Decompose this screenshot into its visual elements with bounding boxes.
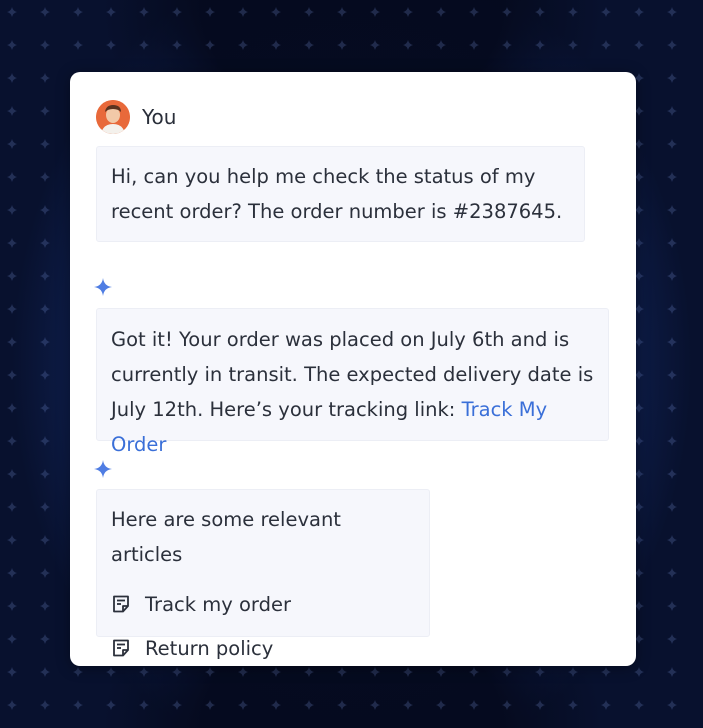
articles-title: Here are some relevant articles xyxy=(111,508,341,566)
article-label: Track my order xyxy=(145,592,291,616)
article-link-return-policy[interactable]: Return policy xyxy=(111,626,415,670)
sparkle-icon xyxy=(94,460,112,478)
user-name: You xyxy=(142,105,177,129)
chat-card: You Hi, can you help me check the status… xyxy=(70,72,636,666)
article-link-track-order[interactable]: Track my order xyxy=(111,582,415,626)
articles-bubble: Here are some relevant articles Track my… xyxy=(96,489,430,660)
user-message-bubble: Hi, can you help me check the status of … xyxy=(96,146,585,242)
assistant-message-line: currently in transit. The expected deliv… xyxy=(111,363,594,386)
article-label: Return policy xyxy=(145,636,274,660)
avatar xyxy=(96,100,130,134)
assistant-message-line: July 12th. Here’s your tracking link: xyxy=(111,398,456,421)
user-message-text: Hi, can you help me check the status of … xyxy=(111,165,563,223)
sparkle-icon xyxy=(94,278,112,296)
user-header: You xyxy=(96,100,176,134)
document-icon xyxy=(113,639,129,657)
assistant-message-line: Got it! Your order was placed on July 6t… xyxy=(111,328,570,351)
document-icon xyxy=(113,595,129,613)
assistant-message-bubble: Got it! Your order was placed on July 6t… xyxy=(96,308,609,456)
